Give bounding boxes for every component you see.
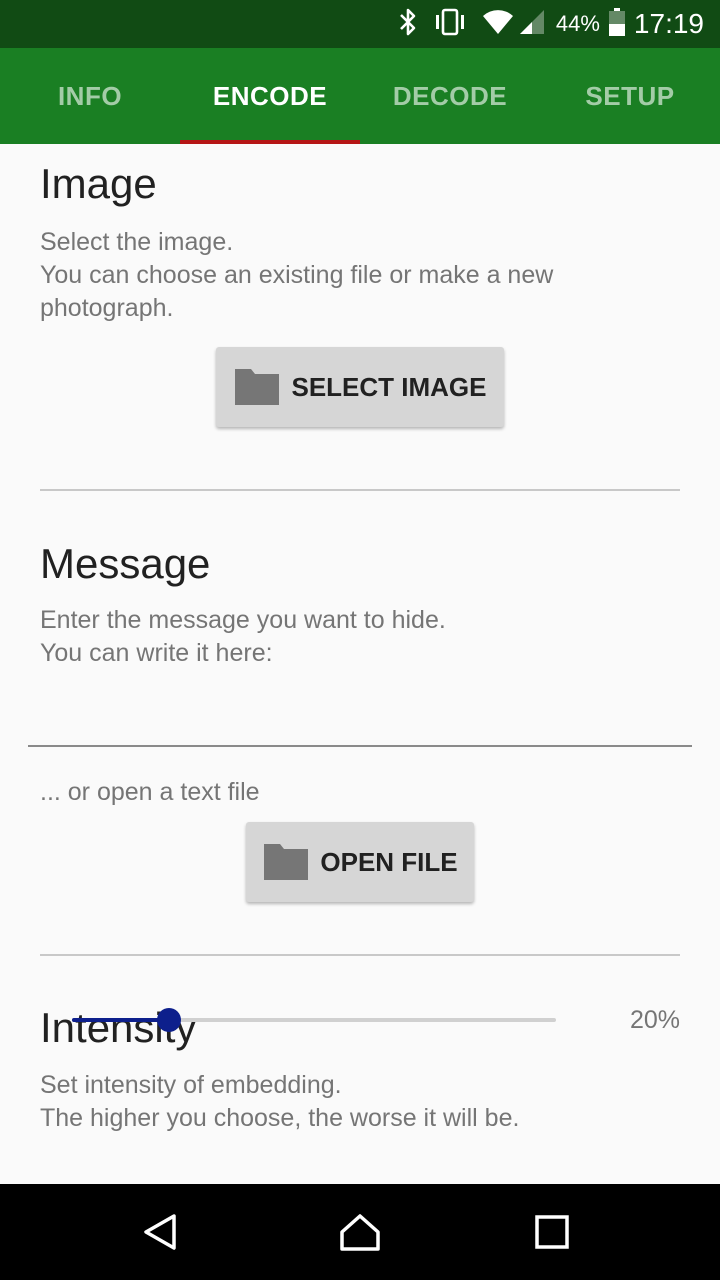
navigation-bar — [0, 1184, 720, 1280]
open-file-button[interactable]: OPEN FILE — [246, 822, 474, 902]
cell-signal-icon — [518, 8, 546, 41]
intensity-value: 20% — [629, 1006, 680, 1034]
open-file-label: OPEN FILE — [320, 846, 458, 877]
bluetooth-icon — [398, 7, 418, 42]
vibrate-icon — [432, 7, 468, 42]
folder-icon — [264, 844, 309, 880]
battery-icon — [608, 7, 626, 42]
message-input[interactable] — [28, 699, 692, 747]
tab-decode[interactable]: DECODE — [360, 48, 540, 144]
tab-encode[interactable]: ENCODE — [180, 48, 360, 144]
image-desc-line1: Select the image. — [40, 228, 234, 256]
slider-thumb[interactable] — [156, 1008, 181, 1032]
battery-percent: 44% — [555, 11, 600, 36]
intensity-desc-line2: The higher you choose, the worse it will… — [40, 1104, 520, 1132]
clock: 17:19 — [633, 8, 704, 39]
tab-info[interactable]: INFO — [0, 48, 180, 144]
intensity-desc-line1: Set intensity of embedding. — [40, 1071, 342, 1099]
tab-setup[interactable]: SETUP — [540, 48, 720, 144]
section-divider — [40, 489, 680, 491]
image-desc-line2: You can choose an existing file or make … — [40, 261, 554, 289]
image-section-title: Image — [40, 160, 157, 207]
recents-icon[interactable] — [528, 1208, 576, 1256]
back-icon[interactable] — [136, 1208, 184, 1256]
select-image-label: SELECT IMAGE — [291, 371, 487, 402]
intensity-slider[interactable] — [72, 1004, 556, 1036]
message-desc-line2: You can write it here: — [40, 639, 273, 667]
slider-fill — [72, 1018, 169, 1022]
message-desc-line1: Enter the message you want to hide. — [40, 606, 446, 634]
tab-bar: INFO ENCODE DECODE SETUP — [0, 48, 720, 144]
select-image-button[interactable]: SELECT IMAGE — [216, 347, 504, 427]
section-divider — [40, 954, 680, 956]
home-icon[interactable] — [336, 1208, 384, 1256]
wifi-icon — [482, 8, 514, 41]
folder-icon — [235, 369, 280, 405]
status-bar: 44% 17:19 — [0, 0, 720, 48]
image-desc-line3: photograph. — [40, 294, 174, 322]
open-text-file-hint: ... or open a text file — [40, 778, 260, 806]
message-section-title: Message — [40, 540, 211, 587]
